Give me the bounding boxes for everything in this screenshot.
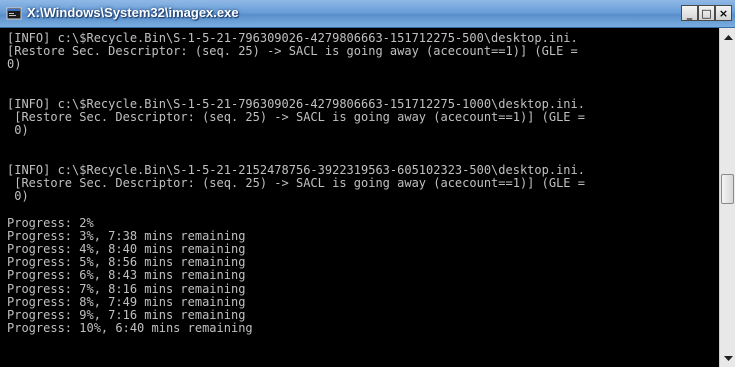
maximize-button[interactable]: □ xyxy=(698,5,715,21)
close-button[interactable]: × xyxy=(715,5,732,21)
scroll-thumb[interactable] xyxy=(721,174,734,204)
scroll-down-button[interactable] xyxy=(720,350,735,367)
console-line: Progress: 8%, 7:49 mins remaining xyxy=(7,294,246,309)
console-line: 0) xyxy=(7,189,29,204)
console-line: [Restore Sec. Descriptor: (seq. 25) -> S… xyxy=(7,110,585,125)
console-line: Progress: 10%, 6:40 mins remaining xyxy=(7,321,253,336)
console-window-icon[interactable] xyxy=(6,6,22,22)
console-line: 0) xyxy=(7,57,22,72)
scroll-up-button[interactable] xyxy=(720,28,735,45)
console-text: [INFO] c:\$Recycle.Bin\S-1-5-21-79630902… xyxy=(0,28,719,335)
window-title: X:\Windows\System32\imagex.exe xyxy=(27,5,239,20)
console-line: Progress: 2% xyxy=(7,215,94,230)
arrow-up-icon xyxy=(723,34,733,40)
console-line: Progress: 6%, 8:43 mins remaining xyxy=(7,268,246,283)
arrow-down-icon xyxy=(723,355,733,361)
title-bar[interactable]: X:\Windows\System32\imagex.exe _ □ × xyxy=(0,0,735,28)
console-line: [Restore Sec. Descriptor: (seq. 25) -> S… xyxy=(7,44,578,59)
console-line: [Restore Sec. Descriptor: (seq. 25) -> S… xyxy=(7,176,585,191)
console-output[interactable]: [INFO] c:\$Recycle.Bin\S-1-5-21-79630902… xyxy=(0,28,719,367)
console-line: 0) xyxy=(7,123,29,138)
console-line: Progress: 7%, 8:16 mins remaining xyxy=(7,281,246,296)
vertical-scrollbar[interactable] xyxy=(719,28,735,367)
minimize-button[interactable]: _ xyxy=(681,5,698,21)
console-window: X:\Windows\System32\imagex.exe _ □ × [IN… xyxy=(0,0,735,367)
